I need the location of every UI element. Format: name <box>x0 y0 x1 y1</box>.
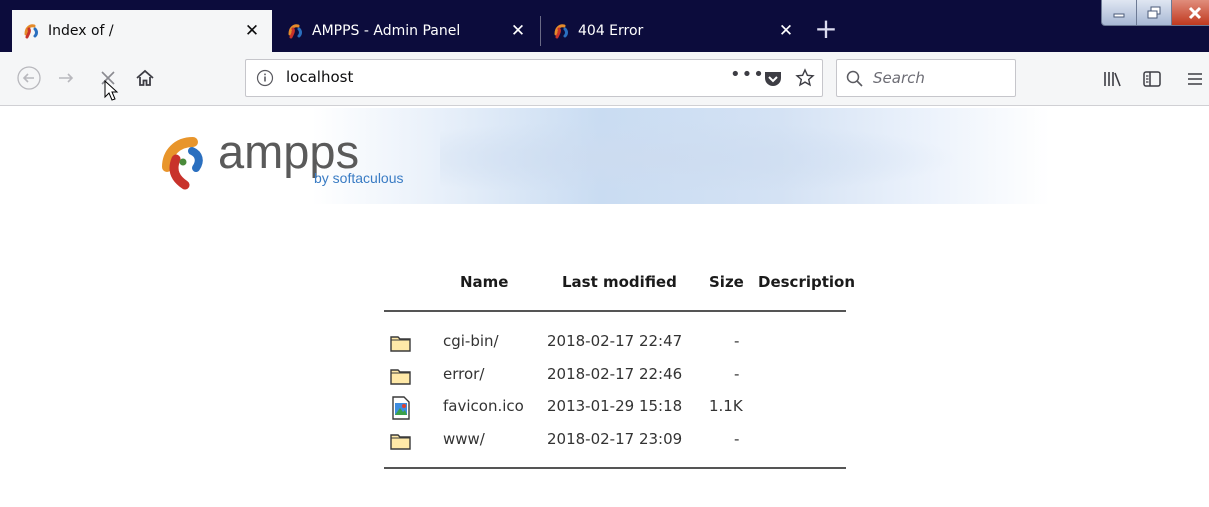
table-row: error/ 2018-02-17 22:46 - <box>384 362 846 394</box>
sidebar-button[interactable] <box>1140 67 1164 91</box>
table-row: cgi-bin/ 2018-02-17 22:47 - <box>384 329 846 361</box>
last-modified-value: 2018-02-17 22:47 <box>547 332 683 350</box>
tab-strip: Index of / ✕ AMPPS - Admin Panel ✕ 404 E… <box>0 0 1209 52</box>
close-tab-icon[interactable]: ✕ <box>506 21 530 41</box>
ampps-favicon-icon <box>24 24 38 39</box>
minimize-button[interactable] <box>1101 0 1137 26</box>
last-modified-value: 2013-01-29 15:18 <box>547 397 683 415</box>
menu-button[interactable] <box>1183 67 1207 91</box>
size-column-header[interactable]: Size <box>709 273 744 291</box>
back-button[interactable] <box>13 62 45 94</box>
tab-separator <box>540 16 541 46</box>
tab-ampps-admin[interactable]: AMPPS - Admin Panel ✕ <box>276 10 538 52</box>
folder-icon <box>390 434 411 450</box>
tab-title: AMPPS - Admin Panel <box>312 23 461 39</box>
window-controls <box>1101 0 1209 26</box>
info-icon[interactable] <box>256 69 274 87</box>
header-divider <box>384 310 846 312</box>
size-value: - <box>734 365 740 383</box>
size-value: 1.1K <box>709 397 743 415</box>
folder-icon <box>390 336 411 352</box>
url-text[interactable]: localhost <box>286 68 353 86</box>
size-value: - <box>734 332 740 350</box>
hamburger-menu-icon <box>1188 73 1202 85</box>
footer-divider <box>384 467 846 469</box>
image-file-icon <box>392 396 410 420</box>
file-name-link[interactable]: cgi-bin/ <box>443 332 499 350</box>
search-placeholder: Search <box>873 69 925 87</box>
restore-icon <box>1147 6 1161 18</box>
navigation-toolbar: localhost ••• Search <box>0 52 1209 106</box>
minimize-icon <box>1113 13 1125 17</box>
last-modified-column-header[interactable]: Last modified <box>562 273 677 291</box>
tab-title: Index of / <box>48 23 114 39</box>
search-icon <box>846 70 863 87</box>
ampps-logo-subtitle: by softaculous <box>314 170 404 186</box>
close-icon <box>1188 6 1202 19</box>
page-actions-menu-icon[interactable]: ••• <box>730 64 765 85</box>
mouse-cursor-icon <box>104 80 119 101</box>
file-name-link[interactable]: error/ <box>443 365 484 383</box>
folder-icon <box>390 369 411 385</box>
table-row: www/ 2018-02-17 23:09 - <box>384 427 846 459</box>
restore-button[interactable] <box>1136 0 1172 26</box>
library-icon <box>1104 72 1121 87</box>
bookmark-star-icon[interactable] <box>795 68 815 88</box>
file-name-link[interactable]: favicon.ico <box>443 397 524 415</box>
address-bar[interactable]: localhost ••• <box>245 59 823 97</box>
pocket-icon[interactable] <box>764 70 782 87</box>
ampps-favicon-icon <box>288 24 302 39</box>
forward-arrow-icon <box>59 73 74 83</box>
library-button[interactable] <box>1100 67 1124 91</box>
close-tab-icon[interactable]: ✕ <box>774 21 798 41</box>
sidebar-icon <box>1143 71 1161 87</box>
size-value: - <box>734 430 740 448</box>
tab-404-error[interactable]: 404 Error ✕ <box>542 10 806 52</box>
ampps-logo-icon <box>162 137 203 190</box>
search-box[interactable]: Search <box>836 59 1016 97</box>
new-tab-button[interactable]: + <box>808 11 844 47</box>
last-modified-value: 2018-02-17 22:46 <box>547 365 683 383</box>
description-column-header[interactable]: Description <box>758 273 855 291</box>
tab-index[interactable]: Index of / ✕ <box>12 10 272 52</box>
tab-title: 404 Error <box>578 23 644 39</box>
home-button[interactable] <box>129 62 161 94</box>
home-icon <box>136 69 154 86</box>
forward-button[interactable] <box>50 62 82 94</box>
ampps-favicon-icon <box>554 24 568 39</box>
file-name-link[interactable]: www/ <box>443 430 485 448</box>
close-tab-icon[interactable]: ✕ <box>240 21 264 41</box>
name-column-header[interactable]: Name <box>460 273 508 291</box>
window-close-button[interactable] <box>1171 0 1209 26</box>
table-row: favicon.ico 2013-01-29 15:18 1.1K <box>384 394 846 426</box>
back-arrow-icon <box>17 66 41 90</box>
last-modified-value: 2018-02-17 23:09 <box>547 430 683 448</box>
